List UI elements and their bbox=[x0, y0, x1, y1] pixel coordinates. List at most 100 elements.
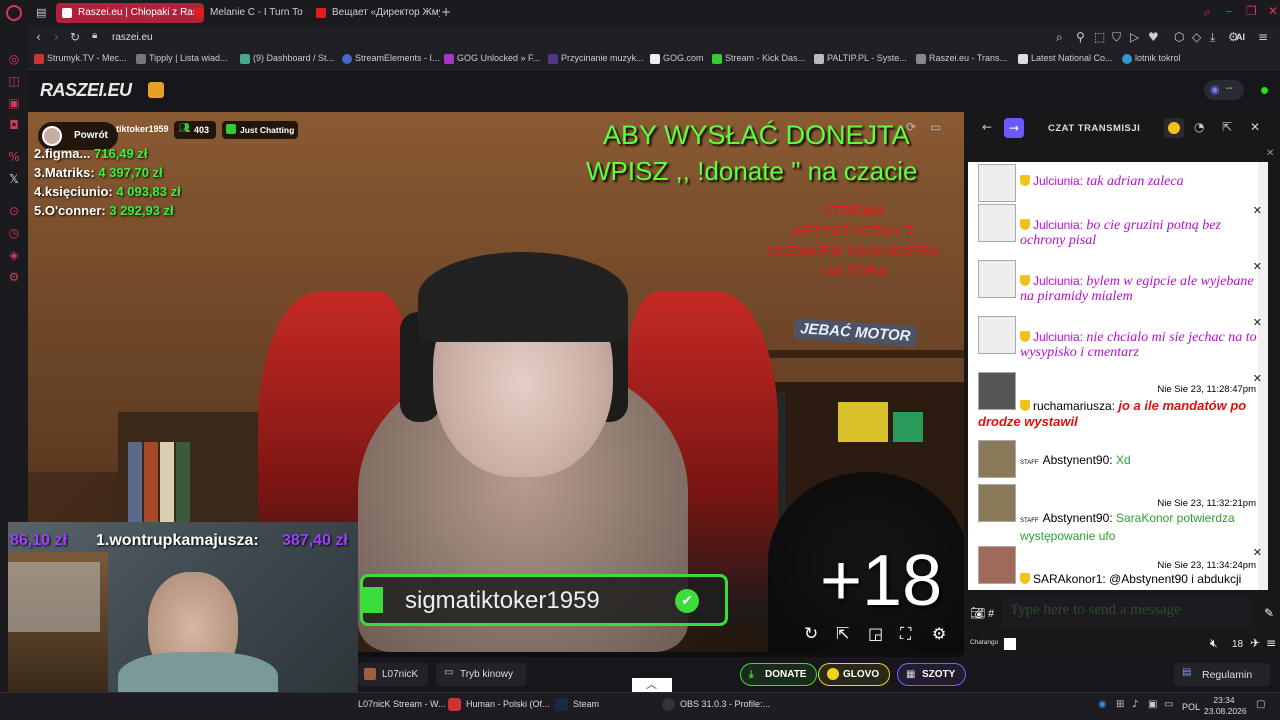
popout-icon[interactable]: ⇱ bbox=[836, 624, 849, 643]
tray-icon[interactable]: ▣ bbox=[1148, 699, 1157, 710]
maximize-icon[interactable]: ❐ bbox=[1246, 4, 1257, 18]
search-tabs-icon[interactable]: ⌕ bbox=[1204, 5, 1211, 20]
rules-button[interactable]: ▤ Regulamin bbox=[1174, 663, 1270, 686]
volume-icon[interactable]: ♪ bbox=[1132, 699, 1138, 710]
history-icon[interactable]: ◷ bbox=[7, 226, 21, 240]
download-icon[interactable]: ⤓ bbox=[1210, 30, 1215, 45]
chatango-brand[interactable]: Chatango bbox=[970, 639, 998, 646]
player-icon[interactable]: ⊙ bbox=[7, 204, 21, 218]
opera-logo-icon[interactable] bbox=[6, 5, 22, 21]
extensions-icon[interactable]: ◈ bbox=[7, 248, 21, 262]
aria-icon[interactable]: ◎ bbox=[7, 52, 21, 66]
channel-name[interactable]: tiktoker1959 bbox=[116, 124, 169, 134]
delete-message-icon[interactable]: ✕ bbox=[1253, 546, 1262, 559]
taskbar-item[interactable]: L07nicK Stream - W... bbox=[358, 699, 446, 709]
bookmark-item[interactable]: lotnik tokrol bbox=[1122, 53, 1181, 64]
bookmark-item[interactable]: Tipply | Lista wiad... bbox=[136, 53, 228, 64]
popout-chat-icon[interactable]: ⇱ bbox=[1222, 120, 1232, 134]
pip-icon[interactable]: ▭ bbox=[930, 120, 941, 134]
bookmark-item[interactable]: Latest National Co... bbox=[1018, 53, 1113, 64]
clock[interactable]: 23:34 23.08.2026 bbox=[1204, 695, 1247, 717]
szoty-button[interactable]: ▦ SZOTY bbox=[897, 663, 967, 686]
bookmark-item[interactable]: GOG.com bbox=[650, 53, 704, 64]
tab-menu-icon[interactable]: ▤ bbox=[36, 6, 46, 19]
hashtag-icon[interactable]: # bbox=[988, 608, 994, 620]
pencil-icon[interactable]: ✎ bbox=[1264, 606, 1274, 620]
fullscreen-icon[interactable]: ⛶ bbox=[900, 624, 911, 644]
collapse-button[interactable]: ︿ bbox=[632, 678, 672, 692]
settings-icon[interactable]: ⚙ bbox=[932, 624, 946, 643]
site-logo[interactable]: RASZEI.EU bbox=[40, 80, 132, 101]
taskbar-item[interactable]: OBS 31.0.3 - Profile:... bbox=[662, 698, 770, 711]
bookmark-item[interactable]: Raszei.eu - Trans... bbox=[916, 53, 1007, 64]
tab-vk[interactable]: Вещает «Директор Жмур bbox=[310, 3, 440, 23]
chat-forward-icon[interactable]: → bbox=[1004, 118, 1024, 138]
language-indicator[interactable]: POL bbox=[1182, 702, 1200, 712]
network-icon[interactable]: ⊞ bbox=[1116, 699, 1124, 710]
menu-icon[interactable]: ≡ bbox=[1258, 30, 1268, 44]
streamer-tab[interactable]: L07nicK bbox=[358, 663, 428, 686]
x-icon[interactable]: 𝕏 bbox=[7, 172, 21, 186]
miniplayer-icon[interactable]: ◲ bbox=[868, 624, 883, 643]
url-field[interactable]: raszei.eu bbox=[112, 32, 153, 43]
close-chat-icon[interactable]: ✕ bbox=[1250, 120, 1260, 134]
instagram-icon[interactable]: ◘ bbox=[7, 118, 21, 132]
bookmark-item[interactable]: GOG Unlocked » F... bbox=[444, 53, 540, 64]
taskbar-item[interactable]: Steam bbox=[555, 698, 599, 711]
messenger-icon[interactable]: ▣ bbox=[7, 96, 21, 110]
chat-input[interactable]: Type here to send a message bbox=[1002, 598, 1252, 628]
delete-message-icon[interactable]: ✕ bbox=[1253, 316, 1262, 329]
bookmark-item[interactable]: Strumyk.TV - Mec... bbox=[34, 53, 127, 64]
menu-icon[interactable]: ≡ bbox=[1266, 636, 1276, 650]
tab-melanie[interactable]: Melanie C - I Turn To Y bbox=[188, 3, 306, 23]
chat-back-icon[interactable]: ← bbox=[982, 120, 992, 134]
extensions-icon[interactable]: ⬡ bbox=[1174, 30, 1184, 44]
battery-icon[interactable]: ▭ bbox=[1164, 699, 1173, 710]
tool-icon[interactable]: ✈ bbox=[1250, 636, 1260, 650]
settings-icon[interactable]: ⚙ bbox=[7, 270, 21, 284]
back-icon[interactable]: ‹ bbox=[36, 30, 41, 44]
coin-button[interactable] bbox=[1164, 118, 1184, 138]
eye-icon: ◉ bbox=[1210, 83, 1220, 96]
pin-icon[interactable]: ⚲ bbox=[1076, 30, 1085, 44]
font-size-value[interactable]: 18 bbox=[1232, 639, 1243, 650]
refresh-stream-icon[interactable]: ⟳ bbox=[906, 120, 916, 134]
reload-icon[interactable]: ↻ bbox=[70, 30, 80, 44]
taskbar-item[interactable]: Human - Polski (Of... bbox=[448, 698, 550, 711]
screenshot-icon[interactable]: ⬚ bbox=[1094, 30, 1105, 44]
site-badge-icon[interactable] bbox=[148, 82, 164, 98]
bookmark-item[interactable]: StreamElements - I... bbox=[342, 53, 440, 64]
bag-icon[interactable]: ◫ bbox=[7, 74, 21, 88]
viewer-toggle[interactable]: ◉ -- bbox=[1204, 80, 1244, 100]
mute-icon[interactable]: 🔇︎ bbox=[1210, 636, 1218, 651]
minimize-icon[interactable]: – bbox=[1226, 4, 1232, 18]
bookmark-item[interactable]: Stream - Kick Das... bbox=[712, 53, 805, 64]
ai-label[interactable]: AI bbox=[1236, 32, 1245, 42]
category-badge[interactable]: Just Chatting bbox=[222, 121, 298, 139]
new-tab-icon[interactable]: + bbox=[441, 5, 451, 19]
search-icon[interactable]: ⌕ bbox=[1056, 30, 1063, 45]
shield-icon[interactable]: ⛉ bbox=[1112, 30, 1121, 45]
cinema-mode-button[interactable]: ▭ Tryb kinowy bbox=[436, 663, 526, 686]
play-icon[interactable]: ▷ bbox=[1130, 30, 1139, 44]
replay-icon[interactable]: ↻ bbox=[804, 624, 818, 644]
delete-message-icon[interactable]: ✕ bbox=[1253, 204, 1262, 217]
bookmark-item[interactable]: (9) Dashboard / St... bbox=[240, 53, 334, 64]
percent-icon[interactable]: % bbox=[7, 150, 21, 164]
donor-row: 5.O'conner: 3 292,93 zł bbox=[34, 203, 174, 218]
donate-button[interactable]: ⤓ DONATE bbox=[740, 663, 818, 686]
glovo-button[interactable]: GLOVO bbox=[818, 663, 891, 686]
forward-icon[interactable]: › bbox=[54, 30, 59, 44]
bookmark-item[interactable]: PALTIP.PL - Syste... bbox=[814, 53, 907, 64]
close-icon[interactable]: ✕ bbox=[1266, 148, 1274, 159]
wallet-icon[interactable]: ◇ bbox=[1192, 30, 1201, 44]
tray-icon[interactable]: ◉ bbox=[1098, 699, 1107, 710]
notification-icon[interactable]: ▢ bbox=[1256, 699, 1265, 710]
bookmark-item[interactable]: Przycinanie muzyk... bbox=[548, 53, 644, 64]
heart-icon[interactable]: ♥ bbox=[1148, 30, 1159, 44]
delete-message-icon[interactable]: ✕ bbox=[1253, 260, 1262, 273]
camera-icon[interactable]: 📷︎ bbox=[970, 606, 985, 620]
discord-icon[interactable]: ◔ bbox=[1194, 120, 1204, 134]
close-window-icon[interactable]: ✕ bbox=[1268, 4, 1278, 18]
tab-raszei[interactable]: Raszei.eu | Chłopaki z Ras bbox=[56, 3, 204, 23]
